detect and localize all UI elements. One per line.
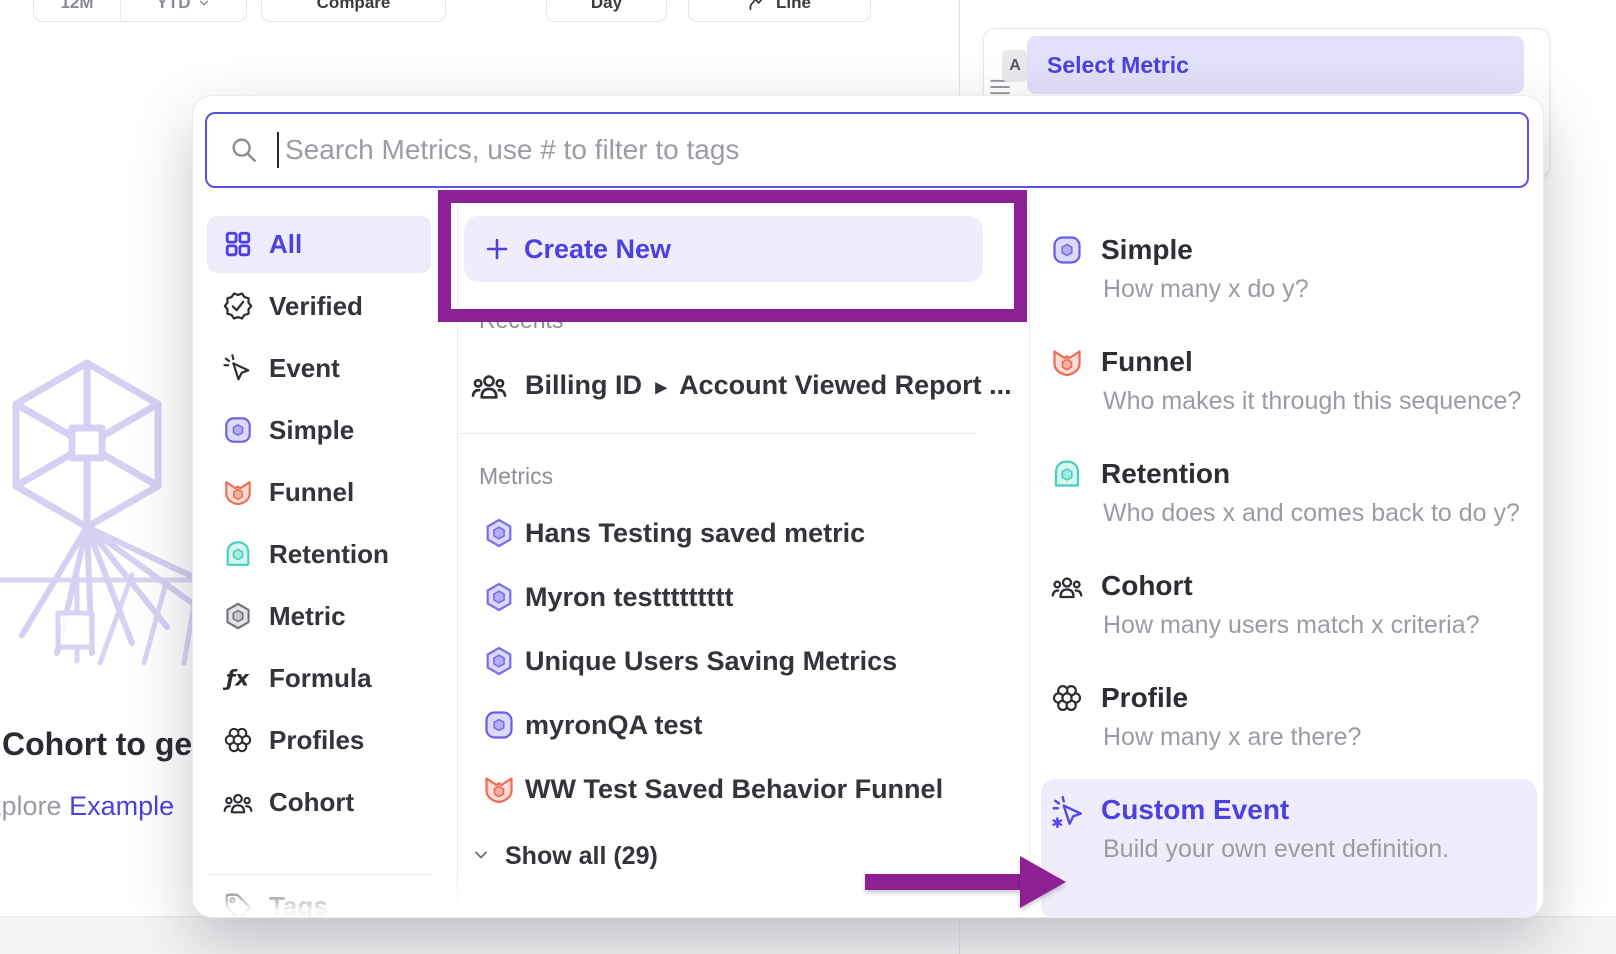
simple-icon: [223, 415, 253, 445]
sidebar-item-event[interactable]: Event: [269, 352, 340, 384]
page-column-divider: [959, 0, 960, 95]
simple-icon: [483, 709, 515, 741]
type-custom-event-title[interactable]: Custom Event: [1101, 793, 1289, 827]
type-cohort-title[interactable]: Cohort: [1101, 569, 1193, 603]
series-row-badge: A: [1002, 50, 1028, 82]
range-ytd-button[interactable]: YTD: [120, 0, 246, 21]
cohort-icon: [223, 787, 253, 817]
metric-list-item[interactable]: Hans Testing saved metric: [525, 516, 865, 550]
page-bottom-strip: [0, 916, 1616, 954]
caret-right-icon: ▸: [656, 374, 667, 399]
cohort-icon: [471, 367, 507, 403]
metrics-section-label: Metrics: [479, 461, 553, 491]
formula-icon: [223, 663, 253, 693]
verified-icon: [223, 291, 253, 321]
sidebar-item-formula[interactable]: Formula: [269, 662, 372, 694]
range-12m-label: 12M: [60, 0, 93, 13]
compare-label: Compare: [317, 0, 391, 13]
funnel-icon: [223, 477, 253, 507]
saved-metric-hexagon-icon: [483, 581, 515, 613]
range-ytd-label: YTD: [157, 0, 191, 13]
search-placeholder: Search Metrics, use # to filter to tags: [285, 134, 739, 166]
interval-day-button[interactable]: Day: [546, 0, 667, 22]
type-custom-event-desc: Build your own event definition.: [1103, 833, 1449, 865]
saved-metric-hexagon-icon: [483, 645, 515, 677]
range-12m-button[interactable]: 12M: [34, 0, 120, 21]
sidebar-item-cohort[interactable]: Cohort: [269, 786, 354, 818]
sidebar-item-verified[interactable]: Verified: [269, 290, 363, 322]
metric-icon: [223, 601, 253, 631]
simple-icon: [1051, 234, 1083, 266]
type-funnel-desc: Who makes it through this sequence?: [1103, 385, 1521, 417]
metric-search-input[interactable]: Search Metrics, use # to filter to tags: [205, 112, 1529, 188]
sidebar-item-metric[interactable]: Metric: [269, 600, 346, 632]
custom-event-icon: [1051, 795, 1085, 829]
search-icon: [229, 135, 259, 165]
recent-item-secondary: Account Viewed Report ...: [679, 370, 1012, 400]
sidebar-item-simple[interactable]: Simple: [269, 414, 354, 446]
annotation-arrow-head: [1020, 856, 1066, 908]
empty-state-headline-clip: Cohort to ge: [0, 724, 192, 764]
metric-list-item[interactable]: WW Test Saved Behavior Funnel: [525, 772, 943, 806]
series-row-label: A: [1009, 57, 1021, 75]
types-divider: [1029, 202, 1030, 918]
page-column-divider-bottom: [959, 916, 960, 954]
metric-list-item[interactable]: Unique Users Saving Metrics: [525, 644, 897, 678]
sidebar-item-profiles[interactable]: Profiles: [269, 724, 364, 756]
sidebar-bottom-divider: [207, 874, 431, 875]
retention-icon: [223, 539, 253, 569]
sidebar-item-tags[interactable]: Tags: [269, 890, 328, 918]
annotation-arrow-shaft: [865, 874, 1020, 890]
annotation-highlight-box: [438, 190, 1027, 322]
grid-icon: [223, 229, 253, 259]
select-metric-pill[interactable]: Select Metric: [1027, 36, 1524, 94]
profiles-icon: [1051, 682, 1083, 714]
empty-state-illustration: [0, 335, 202, 665]
interval-label: Day: [591, 0, 622, 13]
sidebar-item-funnel[interactable]: Funnel: [269, 476, 354, 508]
funnel-icon: [1051, 346, 1083, 378]
empty-state-headline: Cohort to ge: [2, 724, 192, 764]
recents-metrics-divider: [459, 433, 975, 434]
sidebar-item-retention[interactable]: Retention: [269, 538, 389, 570]
recent-item-primary: Billing ID: [525, 370, 642, 400]
funnel-icon: [483, 773, 515, 805]
event-icon: [223, 353, 253, 383]
type-profile-desc: How many x are there?: [1103, 721, 1361, 753]
select-metric-label: Select Metric: [1047, 52, 1189, 79]
chart-type-label: Line: [776, 0, 811, 13]
type-retention-title[interactable]: Retention: [1101, 457, 1230, 491]
metric-list-item[interactable]: myronQA test: [525, 708, 703, 742]
cohort-icon: [1051, 570, 1083, 602]
type-simple-title[interactable]: Simple: [1101, 233, 1193, 267]
type-retention-desc: Who does x and comes back to do y?: [1103, 497, 1520, 529]
date-range-segmented-control: 12M YTD: [33, 0, 247, 22]
metric-list-item[interactable]: Myron testtttttttt: [525, 580, 733, 614]
type-profile-title[interactable]: Profile: [1101, 681, 1188, 715]
line-chart-icon: [748, 0, 768, 13]
explore-fragment: xplore: [0, 791, 62, 821]
chevron-down-icon: [197, 0, 211, 10]
retention-icon: [1051, 458, 1083, 490]
show-all-button[interactable]: Show all (29): [505, 839, 658, 873]
example-link[interactable]: Example: [69, 791, 174, 821]
app-screen: 12M YTD Compare Day Line A Select Metric: [0, 0, 1616, 954]
type-funnel-title[interactable]: Funnel: [1101, 345, 1193, 379]
chevron-down-icon: [471, 845, 491, 865]
chart-type-line-button[interactable]: Line: [688, 0, 871, 22]
empty-state-subtext: xplore Example: [0, 788, 192, 824]
profiles-icon: [223, 725, 253, 755]
type-cohort-desc: How many users match x criteria?: [1103, 609, 1480, 641]
type-simple-desc: How many x do y?: [1103, 273, 1309, 305]
text-caret: [277, 132, 279, 168]
sidebar-item-all[interactable]: All: [269, 228, 302, 260]
saved-metric-hexagon-icon: [483, 517, 515, 549]
recent-item[interactable]: Billing ID ▸ Account Viewed Report ...: [525, 368, 1012, 404]
tag-icon: [223, 891, 253, 918]
compare-button[interactable]: Compare: [261, 0, 446, 22]
empty-state-subtext-clip: xplore Example: [0, 788, 192, 824]
